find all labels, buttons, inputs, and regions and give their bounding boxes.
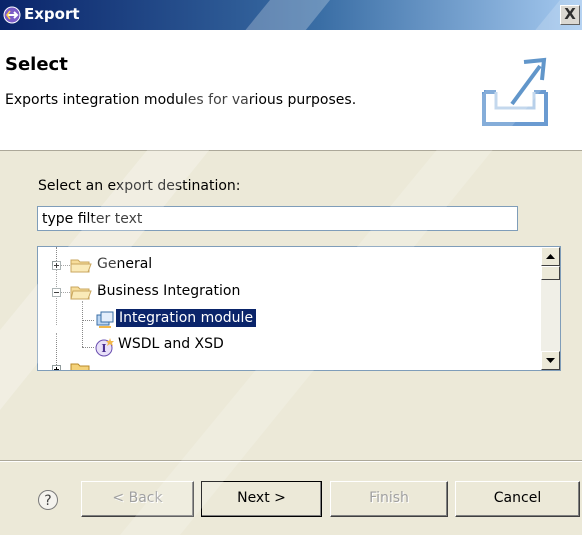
scroll-down-button[interactable] [541, 351, 560, 370]
finish-button[interactable]: Finish [330, 481, 448, 517]
back-button[interactable]: < Back [81, 481, 194, 517]
folder-open-icon [70, 286, 92, 300]
tree-guide-line [56, 333, 57, 369]
page-description: Exports integration modules for various … [5, 92, 357, 108]
wizard-banner: Select Exports integration modules for v… [0, 30, 582, 151]
export-dialog: Export X Select Exports integration modu… [0, 0, 582, 535]
destination-label: Select an export destination: [38, 178, 241, 194]
tree-guide-line [60, 292, 70, 293]
scroll-thumb[interactable] [541, 266, 560, 280]
tree-guide-line [82, 301, 83, 347]
folder-icon [70, 363, 90, 370]
tree-guide-line [56, 247, 57, 325]
scroll-up-button[interactable] [541, 247, 560, 266]
arrow-up-icon [546, 254, 555, 259]
tree-item-wsdl-and-xsd[interactable]: WSDL and XSD [118, 336, 224, 352]
tree-scrollbar[interactable] [541, 247, 560, 370]
window-title: Export [24, 5, 80, 23]
tree-item-general[interactable]: General [97, 256, 152, 272]
page-title: Select [5, 54, 68, 75]
next-button[interactable]: Next > [201, 481, 322, 517]
expand-toggle-next-item[interactable] [52, 365, 61, 370]
tree-guide-line [60, 265, 70, 266]
collapse-toggle-business-integration[interactable] [52, 288, 61, 297]
button-bar-divider [0, 460, 582, 462]
folder-icon [70, 259, 92, 273]
cancel-button[interactable]: Cancel [455, 481, 580, 517]
filter-input[interactable] [37, 206, 518, 231]
title-bar[interactable]: Export X [0, 0, 582, 30]
export-app-icon [3, 6, 21, 24]
integration-module-icon [96, 311, 114, 328]
tree-guide-line [82, 347, 94, 348]
export-wizard-icon [482, 57, 548, 126]
expand-toggle-general[interactable] [52, 261, 61, 270]
arrow-down-icon [546, 358, 555, 363]
tree-guide-line [82, 320, 94, 321]
export-destination-tree[interactable]: General Business Integration Integration… [37, 246, 561, 371]
svg-text:I: I [101, 342, 106, 355]
wsdl-icon: I [95, 338, 114, 357]
help-icon[interactable]: ? [37, 489, 59, 511]
tree-item-integration-module[interactable]: Integration module [116, 309, 257, 327]
close-button[interactable]: X [560, 5, 580, 25]
svg-text:?: ? [44, 493, 51, 509]
tree-item-business-integration[interactable]: Business Integration [97, 283, 240, 299]
